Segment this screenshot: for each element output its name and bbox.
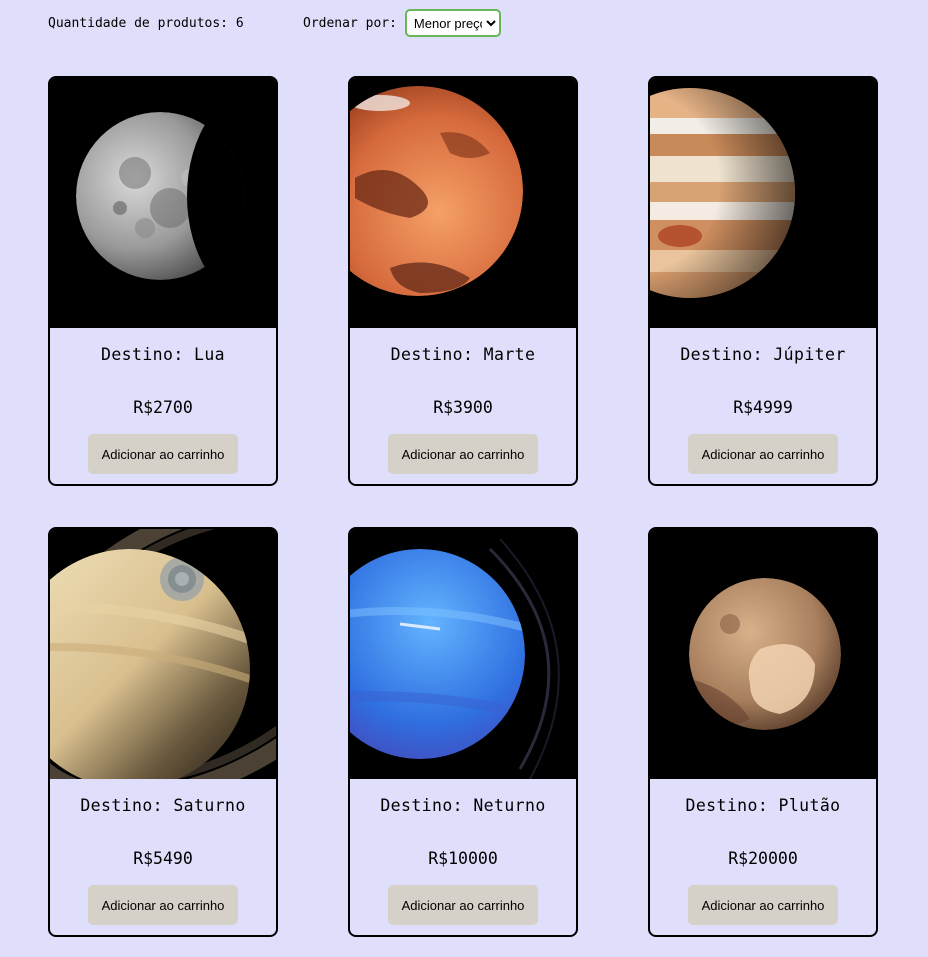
product-title: Destino: Saturno [80, 796, 246, 815]
add-to-cart-button[interactable]: Adicionar ao carrinho [688, 885, 838, 925]
product-card: Destino: Plutão R$20000 Adicionar ao car… [648, 527, 878, 937]
product-title: Destino: Neturno [380, 796, 546, 815]
pluto-icon [650, 529, 876, 779]
product-title: Destino: Plutão [685, 796, 841, 815]
product-price: R$10000 [428, 849, 498, 868]
mars-icon [350, 78, 576, 328]
product-card: Destino: Júpiter R$4999 Adicionar ao car… [648, 76, 878, 486]
product-price: R$20000 [728, 849, 798, 868]
add-to-cart-button[interactable]: Adicionar ao carrinho [88, 885, 238, 925]
product-card: Destino: Neturno R$10000 Adicionar ao ca… [348, 527, 578, 937]
product-price: R$5490 [133, 849, 193, 868]
add-to-cart-button[interactable]: Adicionar ao carrinho [88, 434, 238, 474]
product-card: Destino: Saturno R$5490 Adicionar ao car… [48, 527, 278, 937]
add-to-cart-button[interactable]: Adicionar ao carrinho [388, 434, 538, 474]
product-title: Destino: Júpiter [680, 345, 846, 364]
neptune-icon [350, 529, 576, 779]
moon-icon [50, 78, 276, 328]
toolbar: Quantidade de produtos: 6 Ordenar por: M… [48, 8, 501, 38]
add-to-cart-button[interactable]: Adicionar ao carrinho [388, 885, 538, 925]
product-grid: Destino: Lua R$2700 Adicionar ao carrinh… [48, 76, 878, 937]
product-count: Quantidade de produtos: 6 [48, 15, 244, 31]
sort-select[interactable]: Menor preço [404, 9, 501, 37]
product-card: Destino: Marte R$3900 Adicionar ao carri… [348, 76, 578, 486]
product-price: R$4999 [733, 398, 793, 417]
product-price: R$2700 [133, 398, 193, 417]
sort-label: Ordenar por: [303, 15, 397, 31]
product-price: R$3900 [433, 398, 493, 417]
add-to-cart-button[interactable]: Adicionar ao carrinho [688, 434, 838, 474]
jupiter-icon [650, 78, 876, 328]
product-title: Destino: Marte [390, 345, 536, 364]
product-card: Destino: Lua R$2700 Adicionar ao carrinh… [48, 76, 278, 486]
product-title: Destino: Lua [100, 345, 225, 364]
saturn-icon [50, 529, 276, 779]
